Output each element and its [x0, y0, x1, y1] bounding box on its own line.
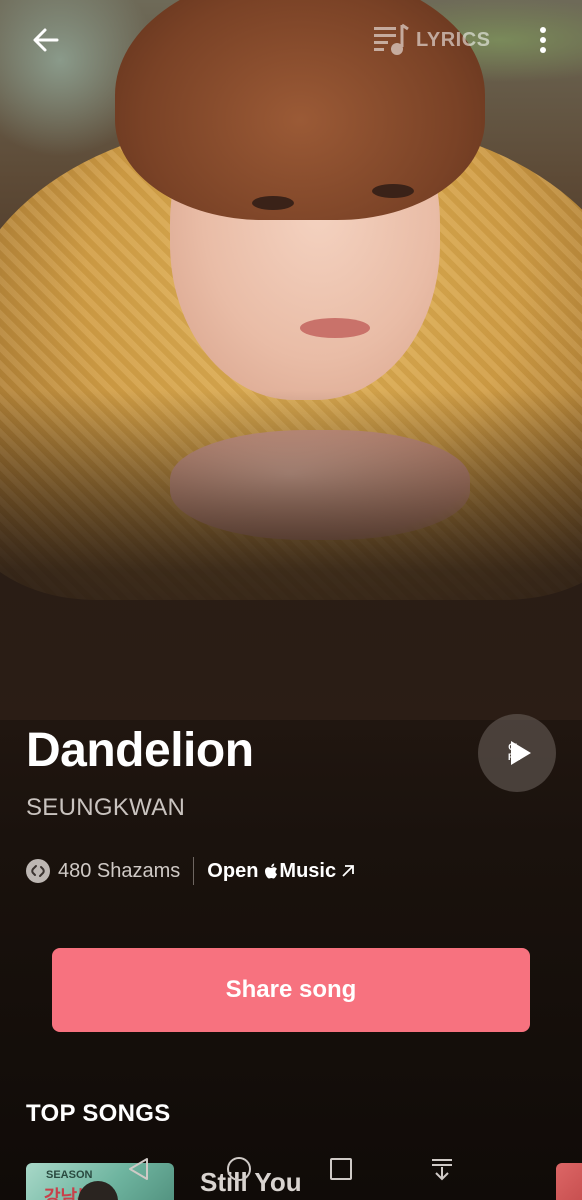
apple-icon — [264, 863, 278, 880]
share-song-button[interactable]: Share song — [52, 948, 530, 1032]
back-button[interactable] — [28, 22, 64, 58]
photo-lips — [300, 318, 370, 338]
nav-back-button[interactable] — [122, 1152, 156, 1186]
meta-row: 480 Shazams Open Music — [26, 856, 356, 886]
external-link-icon — [342, 865, 355, 877]
notifications-down-icon — [432, 1159, 452, 1181]
artist-name[interactable]: SEUNGKWAN — [26, 794, 185, 822]
song-detail-screen: LYRICS Dandelion SEUNGKWAN CL PH 480 Shaz… — [0, 0, 582, 1200]
arrow-left-icon — [33, 28, 59, 52]
back-triangle-icon — [129, 1158, 148, 1180]
song-title: Dandelion — [26, 724, 254, 777]
lyrics-button[interactable]: LYRICS — [372, 20, 491, 60]
more-options-button[interactable] — [530, 22, 556, 58]
play-preview-button[interactable]: CL PH — [478, 714, 556, 792]
open-label: Open — [207, 859, 259, 882]
photo-eye-left — [252, 196, 294, 210]
photo-fade-overlay — [0, 390, 582, 720]
open-apple-music-link[interactable]: Open Music — [207, 860, 356, 883]
lyrics-label: LYRICS — [416, 28, 491, 51]
play-button-tag: CL PH — [508, 742, 521, 762]
meta-divider — [193, 857, 195, 885]
nav-recents-button[interactable] — [324, 1152, 358, 1186]
list-item[interactable]: SEASON 강남부 Still You — [26, 1163, 582, 1200]
lyrics-icon — [374, 23, 409, 55]
top-songs-heading: TOP SONGS — [26, 1100, 171, 1127]
shazam-icon — [26, 859, 50, 883]
nav-home-button[interactable] — [222, 1152, 256, 1186]
nav-notifications-button[interactable] — [425, 1152, 459, 1186]
photo-eye-right — [372, 184, 414, 198]
thumb-line1: SEASON — [46, 1169, 93, 1181]
apple-music-label: Music — [279, 859, 337, 882]
top-bar: LYRICS — [0, 0, 582, 80]
recents-square-icon — [330, 1158, 352, 1180]
more-vertical-icon — [540, 27, 546, 53]
home-circle-icon — [227, 1157, 251, 1181]
artist-photo — [0, 0, 582, 720]
shazam-count: 480 Shazams — [58, 859, 181, 882]
next-song-thumbnail[interactable] — [556, 1163, 582, 1200]
